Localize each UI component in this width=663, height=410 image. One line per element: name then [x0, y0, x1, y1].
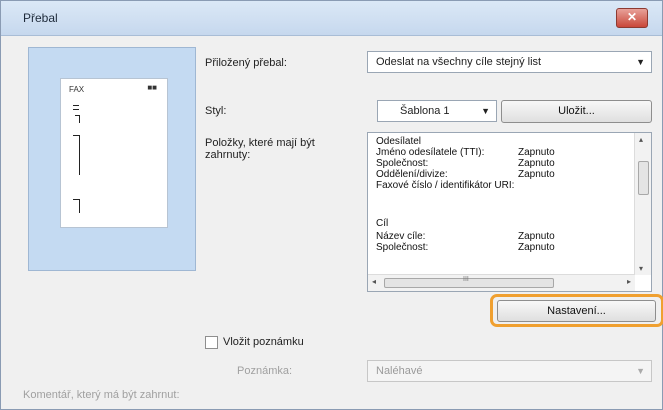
preview-line: [73, 105, 79, 106]
insert-note-checkbox[interactable]: [205, 336, 218, 349]
chevron-down-icon: ▼: [636, 366, 645, 376]
list-item-value: Zapnuto: [518, 158, 555, 169]
list-item-value: Zapnuto: [518, 242, 555, 253]
save-button-label: Uložit...: [558, 105, 595, 117]
list-item-value: Zapnuto: [518, 231, 555, 242]
attached-cover-value: Odeslat na všechny cíle stejný list: [376, 56, 542, 68]
preview-line: [79, 199, 80, 213]
list-item: Společnost:: [376, 158, 429, 169]
settings-button[interactable]: Nastavení...: [497, 300, 656, 322]
included-items-list[interactable]: Odesílatel Jméno odesílatele (TTI): Zapn…: [367, 132, 652, 292]
settings-button-label: Nastavení...: [547, 305, 606, 317]
attached-cover-dropdown[interactable]: Odeslat na všechny cíle stejný list ▼: [367, 51, 652, 73]
preview-line: [73, 109, 79, 110]
preview-line: [79, 115, 80, 123]
attached-cover-label: Přiložený přebal:: [205, 57, 287, 69]
vertical-scrollbar[interactable]: ▴ ▾: [634, 133, 651, 275]
note-dropdown[interactable]: Naléhavé ▼: [367, 360, 652, 382]
note-value: Naléhavé: [376, 365, 423, 377]
scroll-down-icon[interactable]: ▾: [639, 264, 643, 273]
horizontal-scroll-thumb[interactable]: III: [384, 276, 554, 288]
list-item: Jméno odesílatele (TTI):: [376, 147, 485, 158]
scroll-left-icon[interactable]: ◂: [372, 277, 376, 286]
list-item: Společnost:: [376, 242, 429, 253]
title-bar: Přebal ✕: [1, 1, 662, 36]
scroll-right-icon[interactable]: ▸: [627, 277, 631, 286]
list-item: Cíl: [376, 218, 389, 229]
chevron-down-icon: ▼: [481, 106, 490, 116]
scroll-up-icon[interactable]: ▴: [639, 135, 643, 144]
save-button[interactable]: Uložit...: [501, 100, 652, 123]
list-item: Název cíle:: [376, 231, 426, 242]
items-label: Položky, které mají být zahrnuty:: [205, 137, 315, 161]
comment-label: Komentář, který má být zahrnut:: [23, 389, 180, 401]
list-item: Faxové číslo / identifikátor URI:: [376, 180, 515, 191]
list-item: Oddělení/divize:: [376, 169, 448, 180]
close-button[interactable]: ✕: [616, 8, 648, 28]
preview-paper: FAX ■■: [60, 78, 168, 228]
scroll-grip-icon: III: [463, 276, 469, 283]
chevron-down-icon: ▼: [636, 57, 645, 67]
cover-page-dialog: Přebal ✕ FAX ■■ Přiložený přebal: Odesla…: [0, 0, 663, 410]
style-value: Šablona 1: [400, 105, 450, 117]
horizontal-scrollbar[interactable]: ◂ III ▸: [368, 274, 635, 291]
dialog-title: Přebal: [23, 11, 58, 25]
preview-line: [79, 135, 80, 175]
style-label: Styl:: [205, 105, 227, 117]
preview-fax-text: FAX: [69, 85, 85, 94]
list-item: Odesílatel: [376, 136, 422, 147]
preview-logo-mark: ■■: [147, 83, 157, 92]
insert-note-label: Vložit poznámku: [223, 336, 304, 348]
vertical-scroll-thumb[interactable]: [638, 161, 649, 195]
close-icon: ✕: [626, 10, 638, 24]
list-item-value: Zapnuto: [518, 147, 555, 158]
style-dropdown[interactable]: Šablona 1 ▼: [377, 100, 497, 122]
note-label: Poznámka:: [237, 365, 293, 377]
cover-preview: FAX ■■: [28, 47, 196, 271]
list-item-value: Zapnuto: [518, 169, 555, 180]
